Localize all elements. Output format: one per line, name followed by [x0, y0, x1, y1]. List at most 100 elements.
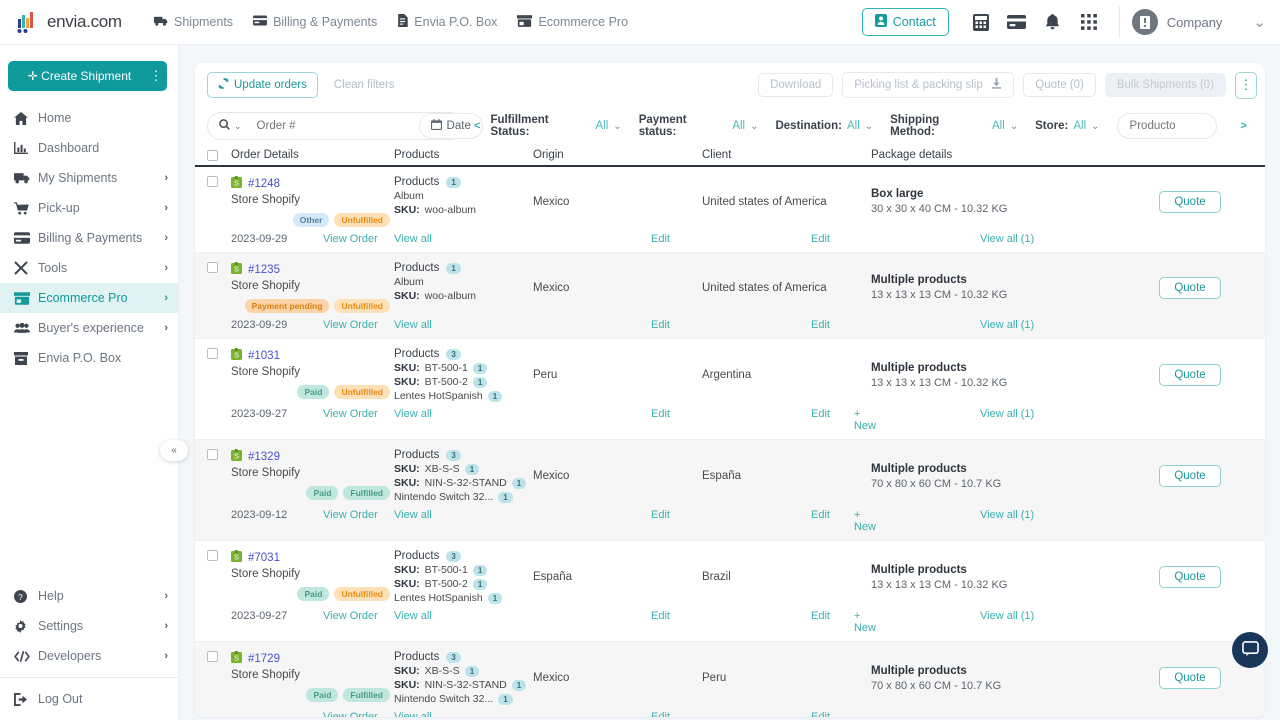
table-row[interactable]: S #1235 Store Shopify Payment pendingUnf…: [195, 253, 1265, 339]
edit-client-link[interactable]: Edit: [811, 319, 830, 331]
topnav-item-billing[interactable]: Billing & Payments: [253, 15, 377, 29]
update-orders-button[interactable]: Update orders: [207, 72, 318, 98]
quote-button[interactable]: Quote: [1159, 191, 1220, 213]
view-all-packages-link[interactable]: View all (1): [980, 408, 1034, 420]
download-button[interactable]: Download: [758, 73, 833, 97]
filter-payment-status[interactable]: Payment status: All ⌄: [639, 114, 759, 138]
company-menu[interactable]: Company ⌄: [1132, 9, 1270, 35]
edit-client-link[interactable]: Edit: [811, 610, 830, 634]
sidebar-item-ecommerce-pro[interactable]: Ecommerce Pro ›: [0, 283, 178, 313]
filter-fulfillment-status[interactable]: Fulfillment Status: All ⌄: [490, 114, 621, 138]
sidebar-collapse-button[interactable]: «: [160, 440, 188, 461]
picking-list-button[interactable]: Picking list & packing slip: [842, 72, 1014, 98]
edit-origin-link[interactable]: Edit: [651, 233, 670, 245]
contact-button[interactable]: Contact: [862, 8, 949, 36]
row-checkbox[interactable]: [207, 449, 218, 460]
filter-shipping-method[interactable]: Shipping Method: All ⌄: [890, 114, 1018, 138]
filters-scroll-right-button[interactable]: >: [1231, 120, 1257, 132]
calculator-icon[interactable]: [963, 6, 999, 38]
order-id-link[interactable]: #7031: [248, 552, 280, 564]
quote-bulk-button[interactable]: Quote (0): [1023, 73, 1096, 97]
create-shipment-button[interactable]: ✛ Create Shipment ⋮: [8, 61, 167, 91]
sidebar-item-my-shipments[interactable]: My Shipments ›: [0, 163, 178, 193]
view-order-link[interactable]: View Order: [323, 509, 378, 533]
search-input[interactable]: [249, 120, 419, 132]
chevron-down-icon[interactable]: ⌄: [1253, 13, 1266, 31]
grid-apps-icon[interactable]: [1071, 6, 1107, 38]
quote-button[interactable]: Quote: [1159, 566, 1220, 588]
order-id-link[interactable]: #1031: [248, 350, 280, 362]
view-all-products-link[interactable]: View all: [394, 408, 432, 420]
edit-origin-link[interactable]: Edit: [651, 711, 670, 717]
toolbar-more-button[interactable]: ⋮: [1235, 72, 1257, 99]
more-vertical-icon[interactable]: ⋮: [145, 68, 167, 84]
view-order-link[interactable]: View Order: [323, 711, 378, 717]
filters-scroll-left-button[interactable]: <: [464, 120, 490, 132]
view-all-packages-link[interactable]: View all (1): [980, 509, 1034, 521]
edit-client-link[interactable]: Edit: [811, 408, 830, 432]
sidebar-item-billing-payments[interactable]: Billing & Payments ›: [0, 223, 178, 253]
sidebar-item-buyers-experience[interactable]: Buyer's experience ›: [0, 313, 178, 343]
row-checkbox[interactable]: [207, 348, 218, 359]
edit-origin-link[interactable]: Edit: [651, 319, 670, 331]
view-all-packages-link[interactable]: View all (1): [980, 610, 1034, 622]
topnav-item-po-box[interactable]: Envia P.O. Box: [397, 14, 497, 30]
bell-icon[interactable]: [1035, 6, 1071, 38]
sidebar-item-help[interactable]: ? Help ›: [0, 581, 178, 611]
select-all-checkbox[interactable]: [207, 150, 218, 161]
topnav-item-shipments[interactable]: Shipments: [154, 15, 233, 30]
quote-button[interactable]: Quote: [1159, 277, 1220, 299]
chat-support-button[interactable]: [1232, 632, 1268, 668]
row-checkbox[interactable]: [207, 550, 218, 561]
sidebar-item-envia-po-box[interactable]: Envia P.O. Box: [0, 343, 178, 373]
view-order-link[interactable]: View Order: [323, 610, 378, 634]
edit-client-link[interactable]: Edit: [811, 711, 830, 717]
product-filter-input[interactable]: [1117, 113, 1217, 139]
edit-origin-link[interactable]: Edit: [651, 509, 670, 521]
brand-logo-area[interactable]: envia.com: [16, 10, 136, 34]
topnav-item-ecommerce-pro[interactable]: Ecommerce Pro: [517, 15, 628, 30]
edit-client-link[interactable]: Edit: [811, 233, 830, 245]
table-row[interactable]: S #1729 Store Shopify PaidFulfilled Prod…: [195, 642, 1265, 717]
view-order-link[interactable]: View Order: [323, 319, 378, 331]
quote-button[interactable]: Quote: [1159, 465, 1220, 487]
edit-client-link[interactable]: Edit: [811, 509, 830, 533]
bulk-shipments-button[interactable]: Bulk Shipments (0): [1105, 73, 1226, 97]
order-id-link[interactable]: #1329: [248, 451, 280, 463]
quote-button[interactable]: Quote: [1159, 667, 1220, 689]
view-order-link[interactable]: View Order: [323, 408, 378, 432]
sidebar-item-tools[interactable]: Tools ›: [0, 253, 178, 283]
quote-button[interactable]: Quote: [1159, 364, 1220, 386]
sidebar-item-home[interactable]: Home: [0, 103, 178, 133]
order-id-link[interactable]: #1235: [248, 264, 280, 276]
sidebar-item-pick-up[interactable]: Pick-up ›: [0, 193, 178, 223]
view-all-products-link[interactable]: View all: [394, 711, 432, 717]
sidebar-item-developers[interactable]: Developers ›: [0, 641, 178, 671]
sidebar-item-logout[interactable]: Log Out: [0, 684, 178, 714]
view-all-packages-link[interactable]: View all (1): [980, 319, 1034, 331]
table-row[interactable]: S #1329 Store Shopify PaidFulfilled Prod…: [195, 440, 1265, 541]
view-all-products-link[interactable]: View all: [394, 319, 432, 331]
row-checkbox[interactable]: [207, 176, 218, 187]
table-row[interactable]: S #1248 Store Shopify OtherUnfulfilled P…: [195, 167, 1265, 253]
credit-card-icon[interactable]: [999, 6, 1035, 38]
view-order-link[interactable]: View Order: [323, 233, 378, 245]
view-all-products-link[interactable]: View all: [394, 610, 432, 622]
sidebar-item-dashboard[interactable]: Dashboard: [0, 133, 178, 163]
search-type-selector[interactable]: ⌄: [208, 119, 249, 133]
clean-filters-link[interactable]: Clean filters: [334, 79, 395, 91]
view-all-products-link[interactable]: View all: [394, 509, 432, 521]
edit-origin-link[interactable]: Edit: [651, 610, 670, 622]
row-checkbox[interactable]: [207, 651, 218, 662]
filter-store[interactable]: Store: All ⌄: [1035, 120, 1099, 132]
order-id-link[interactable]: #1248: [248, 178, 280, 190]
row-checkbox[interactable]: [207, 262, 218, 273]
edit-origin-link[interactable]: Edit: [651, 408, 670, 420]
filter-destination[interactable]: Destination: All ⌄: [775, 120, 873, 132]
view-all-products-link[interactable]: View all: [394, 233, 432, 245]
sidebar-item-settings[interactable]: Settings ›: [0, 611, 178, 641]
table-row[interactable]: S #7031 Store Shopify PaidUnfulfilled Pr…: [195, 541, 1265, 642]
table-row[interactable]: S #1031 Store Shopify PaidUnfulfilled Pr…: [195, 339, 1265, 440]
order-id-link[interactable]: #1729: [248, 653, 280, 665]
view-all-packages-link[interactable]: View all (1): [980, 233, 1034, 245]
